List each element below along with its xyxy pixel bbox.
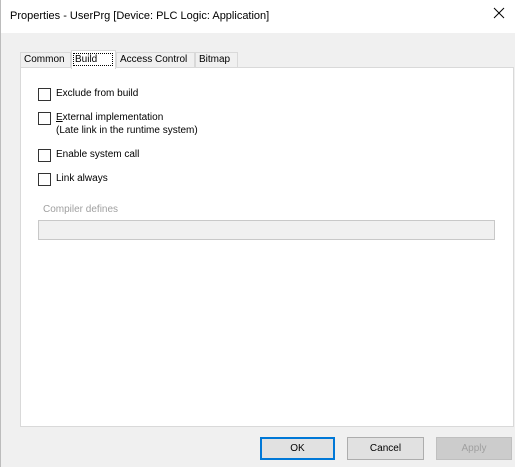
tab-bitmap-label: Bitmap — [199, 54, 231, 65]
enable-system-call-label: Enable system call — [56, 149, 140, 160]
compiler-defines-label: Compiler defines — [43, 204, 119, 215]
exclude-from-build-label: Exclude from build — [56, 88, 139, 99]
link-always-checkbox[interactable] — [38, 173, 51, 186]
close-icon — [493, 7, 505, 19]
cancel-button[interactable]: Cancel — [347, 437, 424, 460]
exclude-from-build-checkbox[interactable] — [38, 88, 51, 101]
external-implementation-sublabel: (Late link in the runtime system) — [56, 125, 198, 136]
window-title: Properties - UserPrg [Device: PLC Logic:… — [10, 10, 270, 22]
build-tab-panel: Exclude from build External implementati… — [20, 67, 514, 427]
ok-button[interactable]: OK — [260, 437, 335, 460]
title-bar: Properties - UserPrg [Device: PLC Logic:… — [1, 0, 515, 33]
tab-common-label: Common — [24, 54, 65, 65]
tab-access-control-label: Access Control — [120, 54, 188, 65]
link-always-label: Link always — [56, 173, 108, 184]
tab-common[interactable]: Common — [20, 52, 71, 68]
external-implementation-label: External implementation — [56, 112, 164, 123]
tab-build-label: Build — [75, 54, 98, 65]
external-implementation-checkbox[interactable] — [38, 112, 51, 125]
tab-build[interactable]: Build — [71, 50, 116, 69]
apply-button: Apply — [436, 437, 512, 460]
close-button[interactable] — [481, 0, 515, 33]
tab-bitmap[interactable]: Bitmap — [195, 52, 238, 68]
enable-system-call-checkbox[interactable] — [38, 149, 51, 162]
tab-access-control[interactable]: Access Control — [116, 52, 195, 68]
compiler-defines-input — [38, 220, 495, 240]
properties-dialog: Properties - UserPrg [Device: PLC Logic:… — [0, 0, 515, 467]
